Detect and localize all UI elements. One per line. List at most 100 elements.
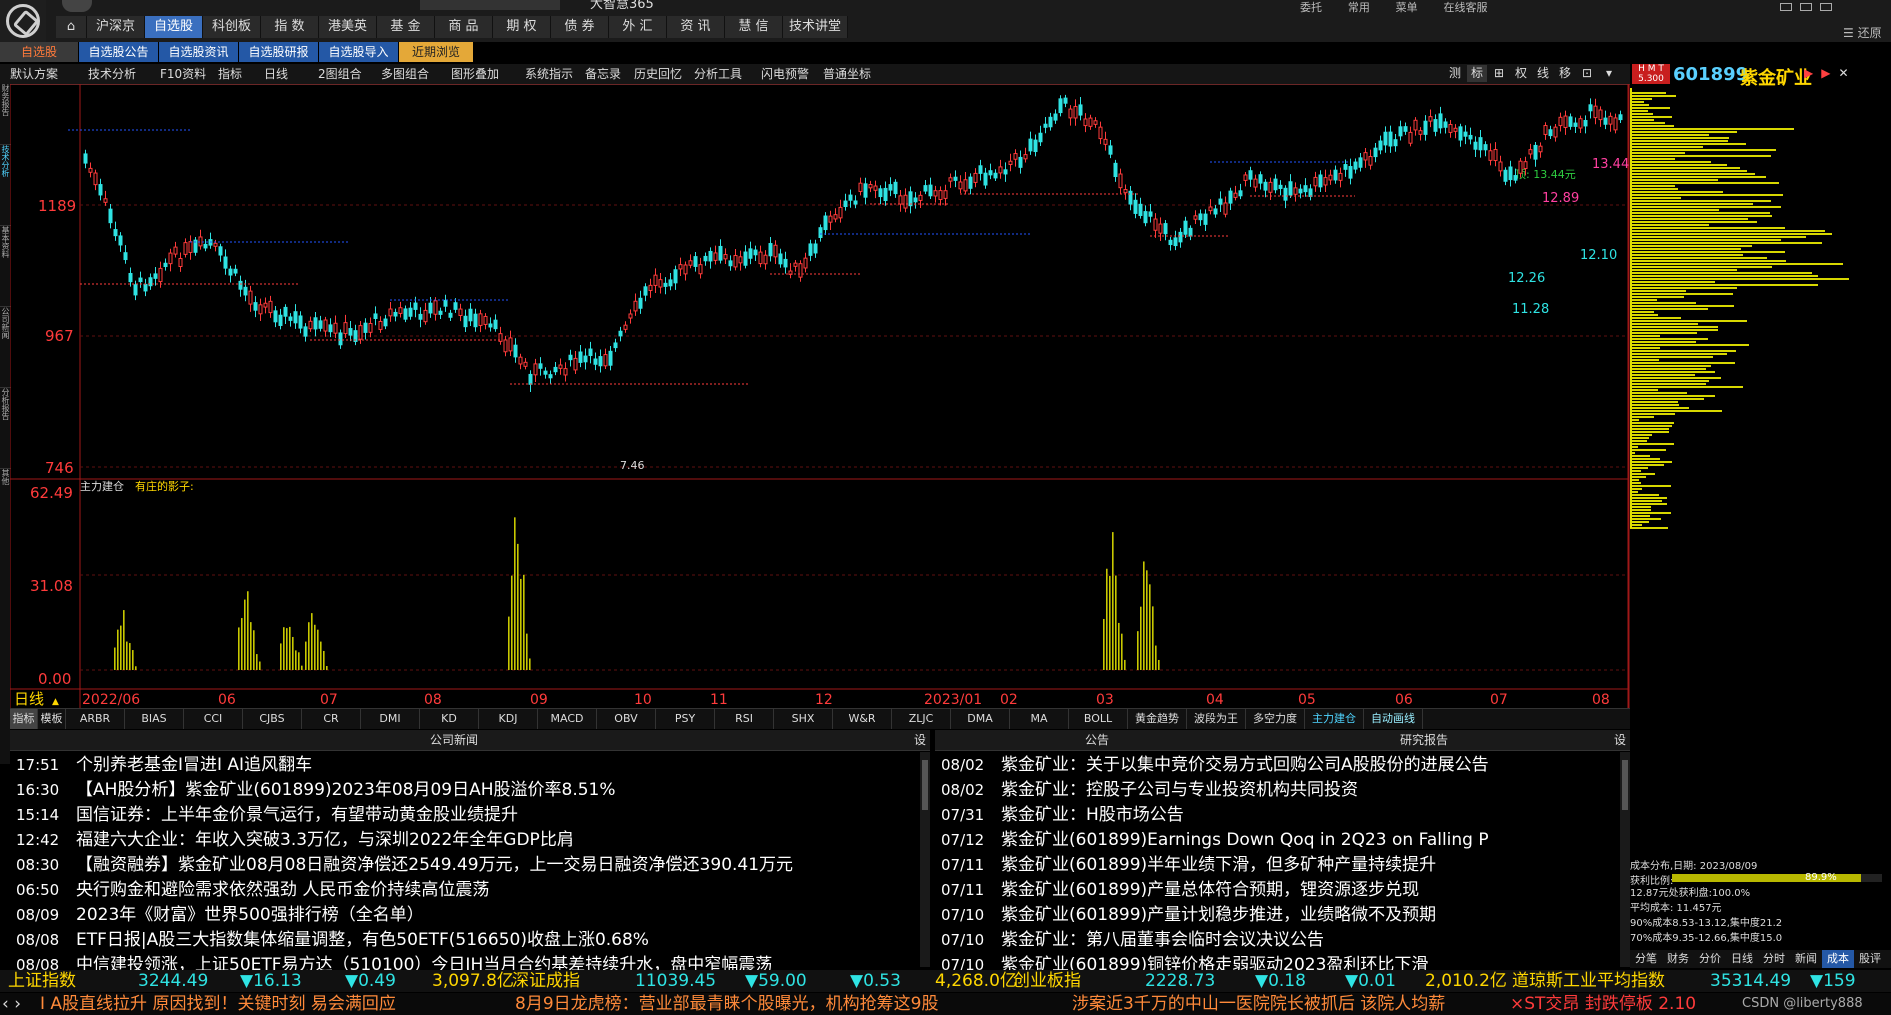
top-link-service[interactable]: 在线客服 xyxy=(1443,2,1487,13)
news-item[interactable]: 06:50 央行购金和避险需求依然强劲 人民币金价持续高位震荡 xyxy=(16,878,489,903)
news-item[interactable]: 08/09 2023年《财富》世界500强排行榜（全名单） xyxy=(16,903,424,928)
subnav-zixuan[interactable]: 自选股 xyxy=(0,42,79,62)
toolbar-indicator[interactable]: 指标 xyxy=(218,64,242,84)
news-item[interactable]: 07/31 紫金矿业：H股市场公告 xyxy=(941,803,1184,828)
maximize-icon[interactable] xyxy=(1800,3,1812,11)
toolbar-analysis-tools[interactable]: 分析工具 xyxy=(694,64,742,84)
toolbar-move[interactable]: 移 xyxy=(1555,65,1575,82)
news-ticker-3[interactable]: 涉案近3千万的中山一医院院长被抓后 该院人均薪 xyxy=(1072,993,1445,1015)
cost-tab-7[interactable]: 股评 xyxy=(1854,950,1886,968)
search-input[interactable] xyxy=(420,0,560,10)
nav-index[interactable]: 指 数 xyxy=(261,16,319,38)
indicator-tab-5[interactable]: CJBS xyxy=(243,709,302,729)
subnav-research[interactable]: 自选股研报 xyxy=(239,42,319,62)
news-item[interactable]: 08/02 紫金矿业：控股子公司与专业投资机构共同投资 xyxy=(941,778,1358,803)
nav-zixuan[interactable]: 自选股 xyxy=(145,16,203,38)
company-news-scrollbar[interactable] xyxy=(920,752,930,967)
news-item[interactable]: 16:30 【AH股分析】紫金矿业(601899)2023年08月09日AH股溢价… xyxy=(16,778,616,803)
ticker-sh-name[interactable]: 上证指数 xyxy=(8,970,76,992)
ticker-sz-name[interactable]: 深证成指 xyxy=(512,970,580,992)
news-item[interactable]: 08/02 紫金矿业：关于以集中竞价交易方式回购公司A股股份的进展公告 xyxy=(941,753,1489,778)
announcement-settings[interactable]: 设 xyxy=(1614,730,1626,750)
indicator-tab-17[interactable]: DMA xyxy=(951,709,1010,729)
news-item[interactable]: 07/11 紫金矿业(601899)产量总体符合预期，锂资源逐步兑现 xyxy=(941,878,1419,903)
cost-tab-4[interactable]: 分时 xyxy=(1758,950,1790,968)
toolbar-2chart[interactable]: 2图组合 xyxy=(318,64,362,84)
ticker-dj-name[interactable]: 道琼斯工业平均指数 xyxy=(1512,970,1665,992)
kline-svg[interactable]: 1189 967 746 62.49 31.08 0.00 主力建仓 有庄的影子… xyxy=(10,84,1630,710)
home-icon[interactable]: ⌂ xyxy=(56,16,87,38)
indicator-tab-18[interactable]: MA xyxy=(1010,709,1069,729)
minimize-icon[interactable] xyxy=(1780,3,1792,11)
close-icon[interactable] xyxy=(1820,3,1832,11)
indicator-tab-16[interactable]: ZLJC xyxy=(892,709,951,729)
nav-option[interactable]: 期 权 xyxy=(493,16,551,38)
indicator-tab-11[interactable]: OBV xyxy=(597,709,656,729)
indicator-tab-7[interactable]: DMI xyxy=(361,709,420,729)
subnav-info[interactable]: 自选股资讯 xyxy=(159,42,239,62)
announcement-tab[interactable]: 公告 xyxy=(1085,730,1109,750)
toolbar-measure[interactable]: 测 xyxy=(1445,65,1465,82)
toolbar-multichart[interactable]: 多图组合 xyxy=(381,64,429,84)
cost-tab-6[interactable]: 成本 xyxy=(1822,950,1854,968)
top-link-trade[interactable]: 委托 xyxy=(1300,2,1322,13)
back-arrow-icon[interactable] xyxy=(62,0,92,12)
news-item[interactable]: 07/10 紫金矿业(601899)产量计划稳步推进，业绩略微不及预期 xyxy=(941,903,1436,928)
toolbar-rights[interactable]: 权 xyxy=(1511,65,1531,82)
toolbar-sys-indicator[interactable]: 系统指示 xyxy=(525,64,573,84)
toolbar-line[interactable]: 线 xyxy=(1533,65,1553,82)
subnav-import[interactable]: 自选股导入 xyxy=(319,42,399,62)
indicator-tab-21[interactable]: 波段为王 xyxy=(1187,709,1246,729)
top-link-common[interactable]: 常用 xyxy=(1348,2,1370,13)
news-item[interactable]: 12:42 福建六大企业：年收入突破3.3万亿，与深圳2022年全年GDP比肩 xyxy=(16,828,574,853)
scroll-thumb[interactable] xyxy=(922,760,928,810)
cost-tab-5[interactable]: 新闻 xyxy=(1790,950,1822,968)
nav-fund[interactable]: 基 金 xyxy=(377,16,435,38)
news-ticker-2[interactable]: 8月9日龙虎榜：营业部最青睐个股曝光，机构抢筹这9股 xyxy=(515,993,938,1015)
nav-prev-icon[interactable]: ▶ xyxy=(1804,66,1813,80)
cost-tab-3[interactable]: 日线 xyxy=(1726,950,1758,968)
cost-tab-2[interactable]: 分价 xyxy=(1694,950,1726,968)
nav-tech-class[interactable]: 技术讲堂 xyxy=(783,16,848,38)
news-item[interactable]: 07/11 紫金矿业(601899)半年业绩下滑，但多矿种产量持续提升 xyxy=(941,853,1436,878)
indicator-tab-13[interactable]: RSI xyxy=(715,709,774,729)
scroll-thumb[interactable] xyxy=(1622,760,1628,810)
news-ticker-1[interactable]: I A股直线拉升 原因找到！关键时刻 易会满回应 xyxy=(40,993,396,1015)
indicator-tab-23[interactable]: 主力建仓 xyxy=(1305,709,1364,729)
nav-kechuang[interactable]: 科创板 xyxy=(203,16,261,38)
indicator-tab-2[interactable]: ARBR xyxy=(66,709,125,729)
news-item[interactable]: 07/12 紫金矿业(601899)Earnings Down Qoq in 2Q… xyxy=(941,828,1489,853)
toolbar-daily[interactable]: 日线 xyxy=(264,64,288,84)
indicator-tab-3[interactable]: BIAS xyxy=(125,709,184,729)
kline-chart[interactable]: 1189 967 746 62.49 31.08 0.00 主力建仓 有庄的影子… xyxy=(10,84,1630,710)
nav-info[interactable]: 资 讯 xyxy=(667,16,725,38)
toolbar-history[interactable]: 历史回忆 xyxy=(634,64,682,84)
indicator-tab-0[interactable]: 指标 xyxy=(10,709,38,729)
nav-close-icon[interactable]: ✕ xyxy=(1838,66,1848,80)
subnav-recent[interactable]: 近期浏览 xyxy=(399,42,474,62)
nav-bond[interactable]: 债 券 xyxy=(551,16,609,38)
news-item[interactable]: 17:51 个别养老基金Ⅰ冒进Ⅰ AI追风翻车 xyxy=(16,753,312,778)
indicator-tab-15[interactable]: W&R xyxy=(833,709,892,729)
nav-hushen[interactable]: 沪深京 xyxy=(87,16,145,38)
indicator-tab-14[interactable]: SHX xyxy=(774,709,833,729)
nav-huixin[interactable]: 慧 信 xyxy=(725,16,783,38)
toolbar-coordinate[interactable]: 普通坐标 xyxy=(823,64,871,84)
news-item[interactable]: 08:30 【融资融券】紫金矿业08月08日融资净偿还2549.49万元，上一交易… xyxy=(16,853,793,878)
toolbar-memo[interactable]: 备忘录 xyxy=(585,64,621,84)
toolbar-overlay[interactable]: 图形叠加 xyxy=(451,64,499,84)
indicator-tab-24[interactable]: 自动画线 xyxy=(1364,709,1423,729)
indicator-tab-4[interactable]: CCI xyxy=(184,709,243,729)
indicator-tab-6[interactable]: CR xyxy=(302,709,361,729)
indicator-tab-10[interactable]: MACD xyxy=(538,709,597,729)
toolbar-default-plan[interactable]: 默认方案 xyxy=(10,64,58,84)
app-logo[interactable] xyxy=(0,0,46,44)
indicator-tab-20[interactable]: 黄金趋势 xyxy=(1128,709,1187,729)
nav-commodity[interactable]: 商 品 xyxy=(435,16,493,38)
nav-hk-us[interactable]: 港美英 xyxy=(319,16,377,38)
subnav-announcement[interactable]: 自选股公告 xyxy=(79,42,159,62)
toolbar-mark[interactable]: 标 xyxy=(1467,65,1487,82)
news-item[interactable]: 15:14 国信证券：上半年金价景气运行，有望带动黄金股业绩提升 xyxy=(16,803,518,828)
research-report-tab[interactable]: 研究报告 xyxy=(1400,730,1448,750)
cost-tab-1[interactable]: 财务 xyxy=(1662,950,1694,968)
